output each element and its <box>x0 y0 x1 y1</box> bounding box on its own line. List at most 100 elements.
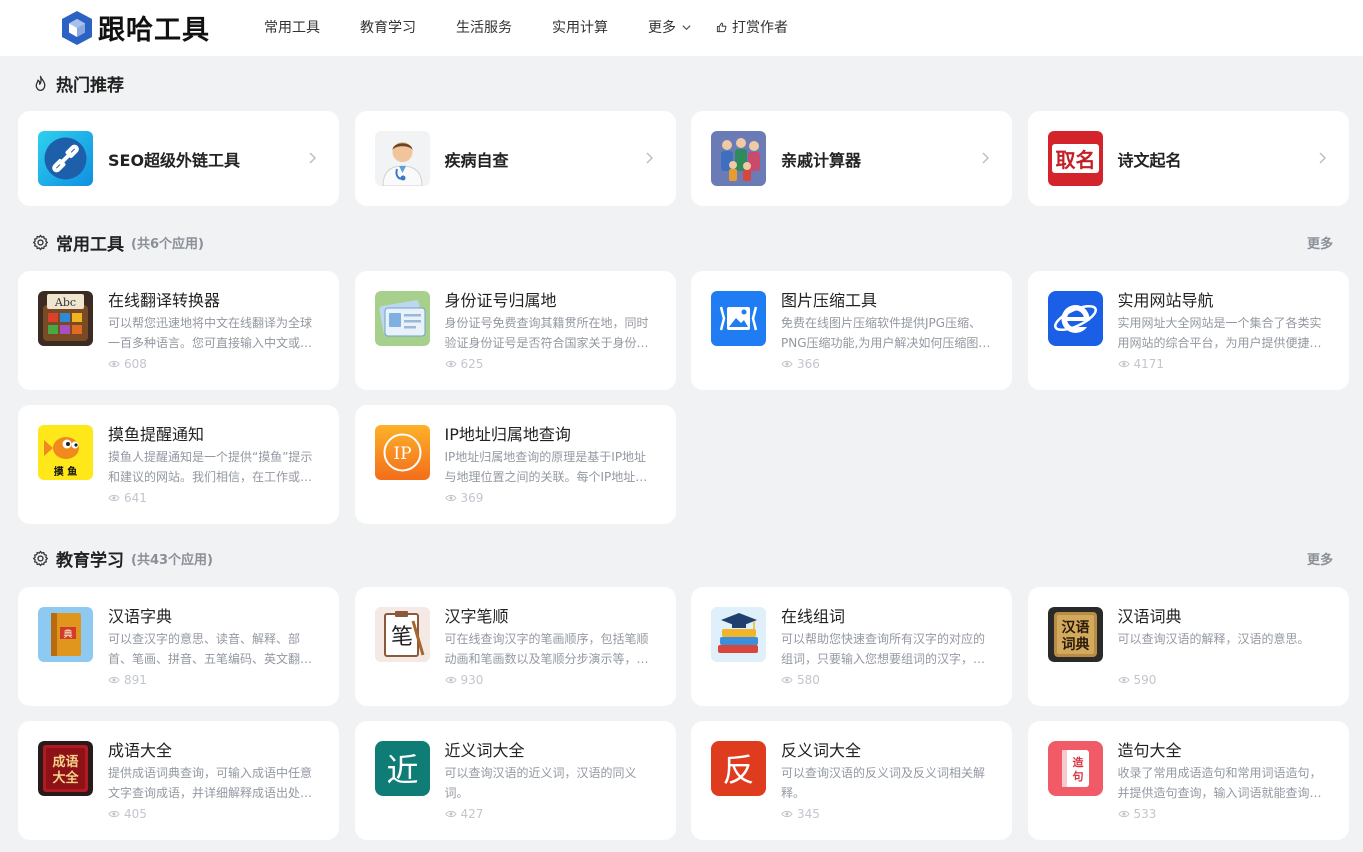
tool-description: 免费在线图片压缩软件提供JPG压缩、PNG压缩功能,为用户解决如何压缩图… <box>781 316 991 350</box>
svg-text:笔: 笔 <box>390 625 412 650</box>
view-count: 641 <box>108 488 319 508</box>
tool-name: 实用网站导航 <box>1117 291 1214 310</box>
common-tools-grid: Abc 在线翻译转换器 可以帮您迅速地将中文在线翻译为全球一百多种语言。您可直接… <box>18 271 1349 524</box>
tool-card-idioms[interactable]: 成语 大全 成语大全 提供成语词典查询，可输入成语中任意文字查询成语，并详细解释成… <box>18 721 339 840</box>
tool-card-translator[interactable]: Abc 在线翻译转换器 可以帮您迅速地将中文在线翻译为全球一百多种语言。您可直接… <box>18 271 339 390</box>
eye-icon <box>108 810 120 818</box>
tool-name: 在线组词 <box>781 607 846 626</box>
svg-text:Abc: Abc <box>54 296 76 309</box>
synonym-glyph-icon: 近 <box>374 741 430 796</box>
view-count: 533 <box>1117 804 1329 824</box>
tool-card-ip-lookup[interactable]: IP IP地址归属地查询 IP地址归属地查询的原理是基于IP地址与地理位置之间的… <box>354 405 676 524</box>
id-card-icon <box>374 291 430 346</box>
hot-section-title: 热门推荐 <box>56 75 124 96</box>
tool-card-antonyms[interactable]: 反 反义词大全 可以查询汉语的反义词及反义词相关解释。 345 <box>691 721 1012 840</box>
tool-description: 收录了常用成语造句和常用词语造句，并提供造句查询，输入词语就能查询… <box>1117 766 1322 800</box>
common-tools-more-link[interactable]: 更多 <box>1307 233 1333 252</box>
tool-name: 反义词大全 <box>781 741 862 760</box>
view-count-value: 891 <box>124 673 147 687</box>
tool-name: 身份证号归属地 <box>444 291 557 310</box>
tool-card-chinese-lexicon[interactable]: 汉语 词典 汉语词典 可以查询汉语的解释，汉语的意思。 590 <box>1027 587 1349 706</box>
view-count-value: 427 <box>460 807 484 821</box>
view-count-value: 608 <box>124 357 147 371</box>
idiom-book-icon: 成语 大全 <box>38 741 93 796</box>
hot-card-relative-calculator[interactable]: 亲戚计算器 <box>691 111 1012 206</box>
image-compress-icon <box>711 291 766 346</box>
main-nav: 常用工具 教育学习 生活服务 实用计算 更多 打赏作者 <box>264 17 788 37</box>
eye-icon <box>781 676 793 684</box>
nav-more-label: 更多 <box>648 20 676 36</box>
dictionary-book-icon: 典 <box>38 607 93 662</box>
view-count-value: 4171 <box>1133 357 1165 371</box>
nav-more-dropdown[interactable]: 更多 <box>648 17 692 37</box>
common-tools-section: 常用工具 (共6个应用) 更多 Abc 在线翻译转换器 可以帮您迅速地将中文在线… <box>18 224 1349 524</box>
svg-text:典: 典 <box>63 628 72 640</box>
nav-item-common-tools[interactable]: 常用工具 <box>264 17 320 37</box>
nav-item-education[interactable]: 教育学习 <box>360 17 416 37</box>
lexicon-book-icon: 汉语 词典 <box>1047 607 1103 662</box>
tool-name: 近义词大全 <box>444 741 525 760</box>
chevron-right-icon <box>309 152 316 164</box>
view-count: 891 <box>108 670 319 690</box>
tool-card-sentence-making[interactable]: 造句 造句大全 收录了常用成语造句和常用词语造句，并提供造句查询，输入词语就能查… <box>1027 721 1349 840</box>
eye-icon <box>1117 810 1130 818</box>
chain-link-icon <box>38 131 93 186</box>
eye-icon <box>108 494 120 502</box>
view-count: 930 <box>444 670 656 690</box>
view-count-value: 366 <box>797 357 820 371</box>
svg-text:摸 鱼: 摸 鱼 <box>54 465 77 478</box>
tool-name: 造句大全 <box>1117 741 1182 760</box>
tool-name: 摸鱼提醒通知 <box>108 425 205 444</box>
tool-description: 可以帮您迅速地将中文在线翻译为全球一百多种语言。您可直接输入中文或… <box>108 316 313 350</box>
tool-name: 汉字笔顺 <box>444 607 509 626</box>
nav-donate-link[interactable]: 打赏作者 <box>716 17 788 37</box>
view-count-value: 580 <box>797 673 820 687</box>
tool-name: 在线翻译转换器 <box>108 291 221 310</box>
common-tools-count: (共6个应用) <box>131 236 204 252</box>
tool-card-slack-reminder[interactable]: 摸 鱼 摸鱼提醒通知 摸鱼人提醒通知是一个提供“摸鱼”提示和建议的网站。我们相信… <box>18 405 339 524</box>
education-more-link[interactable]: 更多 <box>1307 549 1333 568</box>
chevron-right-icon <box>982 152 989 164</box>
hot-card-seo-links[interactable]: SEO超级外链工具 <box>18 111 339 206</box>
tool-description: 提供成语词典查询，可输入成语中任意文字查询成语，并详细解释成语出处… <box>108 766 313 800</box>
eye-icon <box>444 676 457 684</box>
nav-item-calculators[interactable]: 实用计算 <box>552 17 608 37</box>
hot-card-disease-check[interactable]: 疾病自查 <box>354 111 676 206</box>
svg-text:近: 近 <box>386 751 418 789</box>
gear-icon <box>32 550 49 566</box>
tool-card-word-forming[interactable]: 在线组词 可以帮助您快速查询所有汉字的对应的组词，只要输入您想要组词的汉字，… … <box>691 587 1012 706</box>
education-header: 教育学习 (共43个应用) 更多 <box>18 540 1348 576</box>
view-count-value: 345 <box>797 807 820 821</box>
eye-icon <box>781 360 793 368</box>
svg-text:词典: 词典 <box>1061 636 1089 653</box>
hot-grid: SEO超级外链工具 疾病自查 亲戚计算器 取名 诗文起名 <box>18 111 1349 206</box>
thumbs-up-icon <box>716 22 727 32</box>
view-count-value: 405 <box>124 807 147 821</box>
tool-description: IP地址归属地查询的原理是基于IP地址与地理位置之间的关联。每个IP地址… <box>444 450 648 484</box>
svg-text:取名: 取名 <box>1055 148 1095 172</box>
tool-card-image-compress[interactable]: 图片压缩工具 免费在线图片压缩软件提供JPG压缩、PNG压缩功能,为用户解决如何… <box>691 271 1012 390</box>
svg-text:反: 反 <box>722 751 754 789</box>
nav-item-life-services[interactable]: 生活服务 <box>456 17 512 37</box>
site-logo[interactable]: 跟哈工具 <box>60 8 210 47</box>
view-count: 427 <box>444 804 656 824</box>
cube-logo-icon <box>62 10 92 45</box>
hot-card-poetic-naming[interactable]: 取名 诗文起名 <box>1027 111 1349 206</box>
svg-text:IP: IP <box>393 444 411 464</box>
tool-name: 汉语字典 <box>108 607 173 626</box>
eye-icon <box>781 810 793 818</box>
eye-icon <box>1117 360 1130 368</box>
browser-e-icon <box>1047 291 1103 346</box>
fish-icon: 摸 鱼 <box>38 425 93 480</box>
svg-text:大全: 大全 <box>52 770 79 786</box>
eye-icon <box>1117 676 1130 684</box>
tool-card-synonyms[interactable]: 近 近义词大全 可以查询汉语的近义词，汉语的同义词。 427 <box>354 721 676 840</box>
education-title-wrap: 教育学习 (共43个应用) <box>32 546 213 571</box>
tool-card-stroke-order[interactable]: 笔 汉字笔顺 可在线查询汉字的笔画顺序，包括笔顺动画和笔画数以及笔顺分步演示等，… <box>354 587 676 706</box>
tool-card-chinese-dictionary[interactable]: 典 汉语字典 可以查汉字的意思、读音、解释、部首、笔画、拼音、五笔编码、英文翻…… <box>18 587 339 706</box>
tool-card-site-nav[interactable]: 实用网站导航 实用网址大全网站是一个集合了各类实用网站的综合平台，为用户提供便捷… <box>1027 271 1349 390</box>
tool-card-id-lookup[interactable]: 身份证号归属地 身份证号免费查询其籍贯所在地，同时验证身份证号是否符合国家关于身… <box>354 271 676 390</box>
svg-text:汉语: 汉语 <box>1061 620 1089 636</box>
tool-description: 可以查询汉语的近义词，汉语的同义词。 <box>444 766 637 800</box>
chevron-right-icon <box>646 152 653 164</box>
